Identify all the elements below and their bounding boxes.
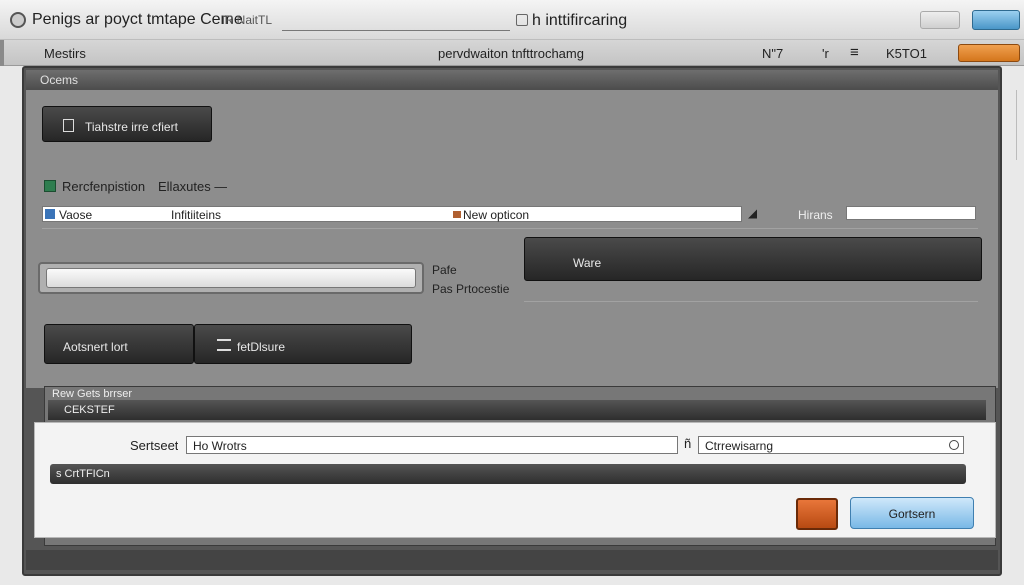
- wide-button-label: Ware: [573, 256, 602, 270]
- menu-item-center[interactable]: pervdwaiton tnfttrochamg: [438, 46, 584, 61]
- details-row: Vaose Infitiiteins New opticon: [42, 206, 742, 222]
- top-action-button[interactable]: Tiahstre irre cfiert: [42, 106, 212, 142]
- panel-header: Ocems: [40, 73, 79, 87]
- menu-item-left[interactable]: Mestirs: [44, 46, 86, 61]
- select-field[interactable]: Ctrrewisarng: [698, 436, 964, 454]
- list-button[interactable]: fetDlsure: [194, 324, 412, 364]
- section-icon: [44, 180, 56, 192]
- maximize-button[interactable]: [972, 10, 1020, 30]
- left-action-label: Aotsnert lort: [63, 340, 128, 354]
- title-tab[interactable]: iR NaitTL: [222, 13, 272, 27]
- document-icon: [63, 119, 74, 132]
- app-icon: [10, 12, 26, 28]
- right-scroll-edge[interactable]: [1016, 90, 1022, 160]
- secondary-bar: s CrtTFICn: [50, 464, 966, 484]
- minimize-button[interactable]: [920, 11, 960, 29]
- select-refresh-icon[interactable]: [949, 440, 959, 450]
- text-input[interactable]: [46, 268, 416, 288]
- row-right-input[interactable]: [846, 206, 976, 220]
- mid-glyph: ñ: [684, 436, 692, 451]
- group-title: Rew Gets brrser: [52, 388, 133, 400]
- group-bar-label: CEKSTEF: [64, 404, 115, 416]
- row-icon: [45, 209, 55, 219]
- secondary-bar-label: s CrtTFICn: [56, 468, 110, 480]
- title-center: h inttifircaring: [532, 12, 628, 29]
- bottom-frame-bar: [26, 550, 998, 570]
- menu-item-right-b[interactable]: 'r: [822, 46, 829, 61]
- list-icon: [217, 339, 231, 351]
- panel-header-bar: Ocems: [26, 70, 998, 90]
- select-value: Ctrrewisarng: [705, 439, 774, 453]
- menu-orange-button[interactable]: [958, 44, 1020, 62]
- text-input-wrapper: [38, 262, 424, 294]
- title-bar: Penigs ar poyct tmtape Ceme iR NaitTL h …: [0, 0, 1024, 40]
- section-label: Rercfenpistion: [62, 179, 146, 194]
- menu-icon[interactable]: ≡: [850, 44, 859, 61]
- window-title: Penigs ar poyct tmtape Ceme: [32, 11, 243, 28]
- search-label: Sertseet: [130, 438, 179, 453]
- option-icon: [453, 211, 461, 218]
- row-dropdown[interactable]: New opticon: [463, 208, 529, 222]
- menu-item-right-d[interactable]: K5TO1: [886, 46, 927, 61]
- list-button-label: fetDlsure: [237, 340, 286, 354]
- sync-icon: [516, 14, 528, 26]
- row-left-label: Vaose: [59, 208, 93, 222]
- search-value: Ho Wrotrs: [193, 439, 247, 453]
- divider-2: [524, 301, 978, 302]
- menu-item-right-a[interactable]: N"7: [762, 46, 783, 61]
- side-text-2: Pas Prtocestie: [432, 282, 510, 296]
- top-action-label: Tiahstre irre cfiert: [85, 120, 178, 134]
- wide-button[interactable]: Ware: [524, 237, 982, 281]
- menu-bar: Mestirs pervdwaiton tnfttrochamg N"7 'r …: [0, 40, 1024, 66]
- row-left-value[interactable]: Infitiiteins: [171, 208, 221, 222]
- group-header-bar: CEKSTEF: [48, 400, 986, 420]
- row-arrow-icon[interactable]: ◢: [748, 206, 757, 220]
- primary-button-label: Gortsern: [888, 507, 936, 521]
- search-input[interactable]: Ho Wrotrs: [186, 436, 678, 454]
- section-label-2: Ellaxutes —: [158, 179, 228, 194]
- divider-1: [42, 228, 978, 229]
- cancel-button[interactable]: [796, 498, 838, 530]
- title-address-field[interactable]: [282, 13, 510, 31]
- row-right-label: Hirans: [798, 208, 833, 222]
- menubar-left-divider: [0, 40, 4, 66]
- left-action-button[interactable]: Aotsnert lort: [44, 324, 194, 364]
- side-text-1: Pafe: [432, 263, 457, 277]
- primary-button[interactable]: Gortsern: [850, 497, 974, 529]
